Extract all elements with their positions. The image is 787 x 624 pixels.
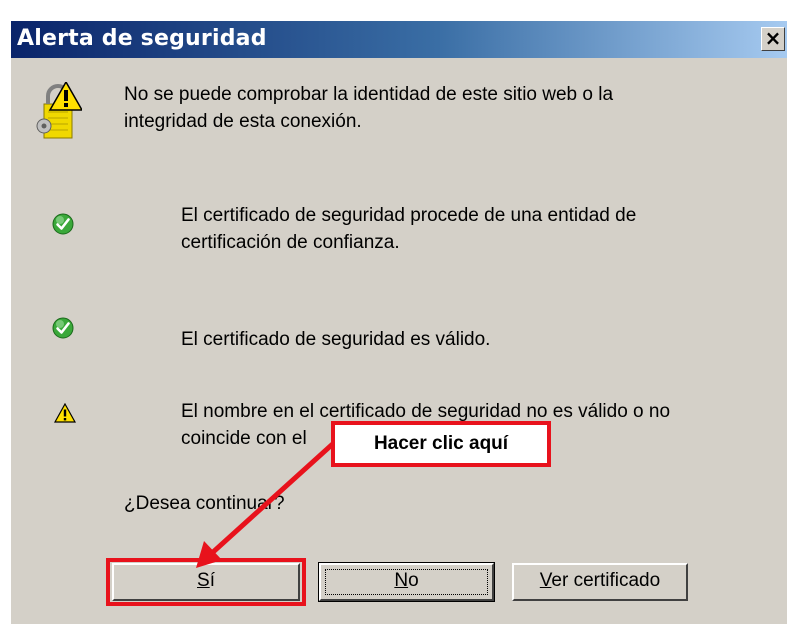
item-text-1: El certificado de seguridad procede de u… xyxy=(181,202,636,256)
view-certificate-button-label: Ver certificado xyxy=(539,570,661,591)
item-1-line-2: certificación de confianza. xyxy=(181,232,400,253)
close-icon: × xyxy=(764,26,782,50)
dialog-title: Alerta de seguridad xyxy=(17,26,267,51)
intro-line-2: integridad de esta conexión. xyxy=(124,111,362,132)
check-icon xyxy=(52,213,74,235)
continue-question: ¿Desea continuar? xyxy=(124,493,285,514)
item-2-line-1: El certificado de seguridad es válido. xyxy=(181,329,491,350)
warning-icon xyxy=(54,403,76,423)
security-lock-warning-icon xyxy=(36,82,82,139)
callout-label: Hacer clic aquí xyxy=(331,421,551,467)
no-button[interactable]: No xyxy=(318,562,495,602)
item-1-line-1: El certificado de seguridad procede de u… xyxy=(181,205,637,226)
title-bar: Alerta de seguridad × xyxy=(11,21,787,58)
close-button[interactable]: × xyxy=(761,27,785,51)
focus-rectangle xyxy=(325,569,488,595)
view-certificate-button[interactable]: Ver certificado xyxy=(512,563,688,601)
item-text-2: El certificado de seguridad es válido. xyxy=(181,326,490,353)
intro-text: No se puede comprobar la identidad de es… xyxy=(124,81,613,135)
intro-line-1: No se puede comprobar la identidad de es… xyxy=(124,84,614,105)
check-icon xyxy=(52,317,74,339)
yes-button-highlight xyxy=(106,558,306,606)
